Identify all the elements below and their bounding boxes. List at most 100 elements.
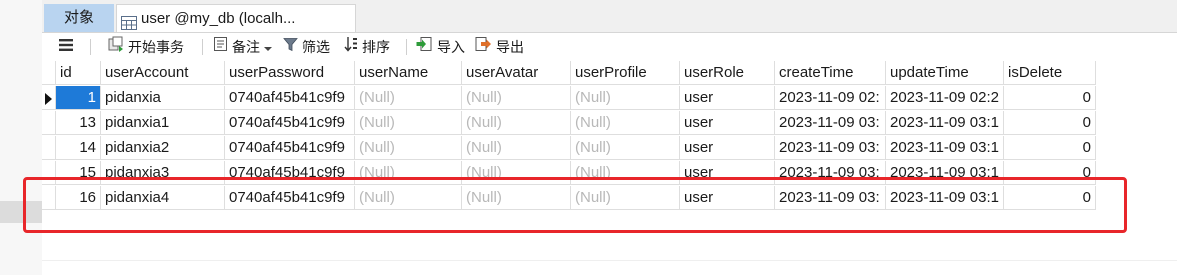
toolbar-separator <box>90 39 91 55</box>
export-button[interactable]: 导出 <box>475 36 524 58</box>
cell-createtime[interactable]: 2023-11-09 03: <box>775 136 886 160</box>
filter-icon <box>283 36 298 58</box>
column-header[interactable]: userAvatar <box>462 61 571 85</box>
cell-isdelete[interactable]: 0 <box>1004 86 1096 110</box>
cell-id[interactable]: 15 <box>56 161 101 185</box>
tab-objects[interactable]: 对象 <box>44 4 114 32</box>
cell-isdelete[interactable]: 0 <box>1004 161 1096 185</box>
row-indicator[interactable] <box>42 186 56 210</box>
import-label: 导入 <box>437 39 465 55</box>
cell-useravatar[interactable]: (Null) <box>462 111 571 135</box>
row-indicator[interactable] <box>42 161 56 185</box>
cell-createtime[interactable]: 2023-11-09 03: <box>775 186 886 210</box>
cell-createtime[interactable]: 2023-11-09 03: <box>775 111 886 135</box>
import-icon <box>416 36 433 58</box>
column-header[interactable]: userAccount <box>101 61 225 85</box>
cell-updatetime[interactable]: 2023-11-09 03:1 <box>886 161 1004 185</box>
note-label: 备注 <box>232 39 260 55</box>
cell-id[interactable]: 1 <box>56 86 101 110</box>
cell-userrole[interactable]: user <box>680 136 775 160</box>
cell-createtime[interactable]: 2023-11-09 03: <box>775 161 886 185</box>
cell-useraccount[interactable]: pidanxia3 <box>101 161 225 185</box>
current-row-arrow-icon <box>45 92 52 110</box>
row-indicator-header <box>42 61 56 85</box>
cell-userrole[interactable]: user <box>680 161 775 185</box>
cell-username[interactable]: (Null) <box>355 136 462 160</box>
column-header[interactable]: id <box>56 61 101 85</box>
cell-updatetime[interactable]: 2023-11-09 03:1 <box>886 111 1004 135</box>
dropdown-arrow-icon[interactable] <box>264 36 272 58</box>
begin-transaction-label: 开始事务 <box>128 39 184 55</box>
cell-useraccount[interactable]: pidanxia <box>101 86 225 110</box>
cell-userpassword[interactable]: 0740af45b41c9f9 <box>225 186 355 210</box>
cell-useraccount[interactable]: pidanxia1 <box>101 111 225 135</box>
cell-userrole[interactable]: user <box>680 86 775 110</box>
cell-username[interactable]: (Null) <box>355 86 462 110</box>
column-header[interactable]: userPassword <box>225 61 355 85</box>
cell-userprofile[interactable]: (Null) <box>571 111 680 135</box>
note-button[interactable]: 备注 <box>213 36 272 58</box>
filter-label: 筛选 <box>302 39 330 55</box>
begin-transaction-icon <box>108 36 124 58</box>
toolbar-separator <box>406 39 407 55</box>
gutter-marker <box>0 201 42 223</box>
cell-useravatar[interactable]: (Null) <box>462 136 571 160</box>
export-label: 导出 <box>496 39 524 55</box>
cell-isdelete[interactable]: 0 <box>1004 111 1096 135</box>
cell-id[interactable]: 16 <box>56 186 101 210</box>
cell-updatetime[interactable]: 2023-11-09 03:1 <box>886 186 1004 210</box>
menu-button[interactable] <box>58 36 74 58</box>
cell-userprofile[interactable]: (Null) <box>571 186 680 210</box>
cell-username[interactable]: (Null) <box>355 161 462 185</box>
cell-username[interactable]: (Null) <box>355 186 462 210</box>
sort-icon <box>344 36 358 58</box>
left-gutter <box>0 0 42 275</box>
cell-isdelete[interactable]: 0 <box>1004 186 1096 210</box>
export-icon <box>475 36 492 58</box>
cell-updatetime[interactable]: 2023-11-09 02:2 <box>886 86 1004 110</box>
cell-userrole[interactable]: user <box>680 111 775 135</box>
sort-label: 排序 <box>362 39 390 55</box>
cell-userprofile[interactable]: (Null) <box>571 161 680 185</box>
tab-user-table[interactable]: user @my_db (localh... <box>116 4 356 32</box>
cell-isdelete[interactable]: 0 <box>1004 136 1096 160</box>
cell-createtime[interactable]: 2023-11-09 02: <box>775 86 886 110</box>
row-indicator[interactable] <box>42 136 56 160</box>
toolbar: 开始事务 备注 筛选 排序 导入 导出 <box>42 33 1177 61</box>
cell-useravatar[interactable]: (Null) <box>462 186 571 210</box>
column-header[interactable]: userRole <box>680 61 775 85</box>
cell-useravatar[interactable]: (Null) <box>462 161 571 185</box>
cell-userpassword[interactable]: 0740af45b41c9f9 <box>225 111 355 135</box>
begin-transaction-button[interactable]: 开始事务 <box>108 36 184 58</box>
cell-useraccount[interactable]: pidanxia4 <box>101 186 225 210</box>
cell-userpassword[interactable]: 0740af45b41c9f9 <box>225 86 355 110</box>
column-header[interactable]: updateTime <box>886 61 1004 85</box>
column-header[interactable]: isDelete <box>1004 61 1096 85</box>
row-indicator[interactable] <box>42 86 56 110</box>
cell-userprofile[interactable]: (Null) <box>571 136 680 160</box>
column-header[interactable]: createTime <box>775 61 886 85</box>
cell-useravatar[interactable]: (Null) <box>462 86 571 110</box>
table-grid-icon <box>121 12 137 32</box>
cell-userrole[interactable]: user <box>680 186 775 210</box>
note-icon <box>213 36 228 58</box>
cell-id[interactable]: 14 <box>56 136 101 160</box>
grid-bottom-divider <box>42 260 1177 261</box>
filter-button[interactable]: 筛选 <box>283 36 330 58</box>
sort-button[interactable]: 排序 <box>344 36 390 58</box>
cell-userpassword[interactable]: 0740af45b41c9f9 <box>225 161 355 185</box>
row-indicator[interactable] <box>42 111 56 135</box>
cell-useraccount[interactable]: pidanxia2 <box>101 136 225 160</box>
import-button[interactable]: 导入 <box>416 36 465 58</box>
cell-userpassword[interactable]: 0740af45b41c9f9 <box>225 136 355 160</box>
toolbar-separator <box>202 39 203 55</box>
tab-bar: 对象 user @my_db (localh... <box>42 0 1177 33</box>
cell-id[interactable]: 13 <box>56 111 101 135</box>
menu-icon <box>58 36 74 58</box>
cell-updatetime[interactable]: 2023-11-09 03:1 <box>886 136 1004 160</box>
cell-username[interactable]: (Null) <box>355 111 462 135</box>
tab-user-table-label: user @my_db (localh... <box>141 10 296 27</box>
column-header[interactable]: userProfile <box>571 61 680 85</box>
cell-userprofile[interactable]: (Null) <box>571 86 680 110</box>
column-header[interactable]: userName <box>355 61 462 85</box>
